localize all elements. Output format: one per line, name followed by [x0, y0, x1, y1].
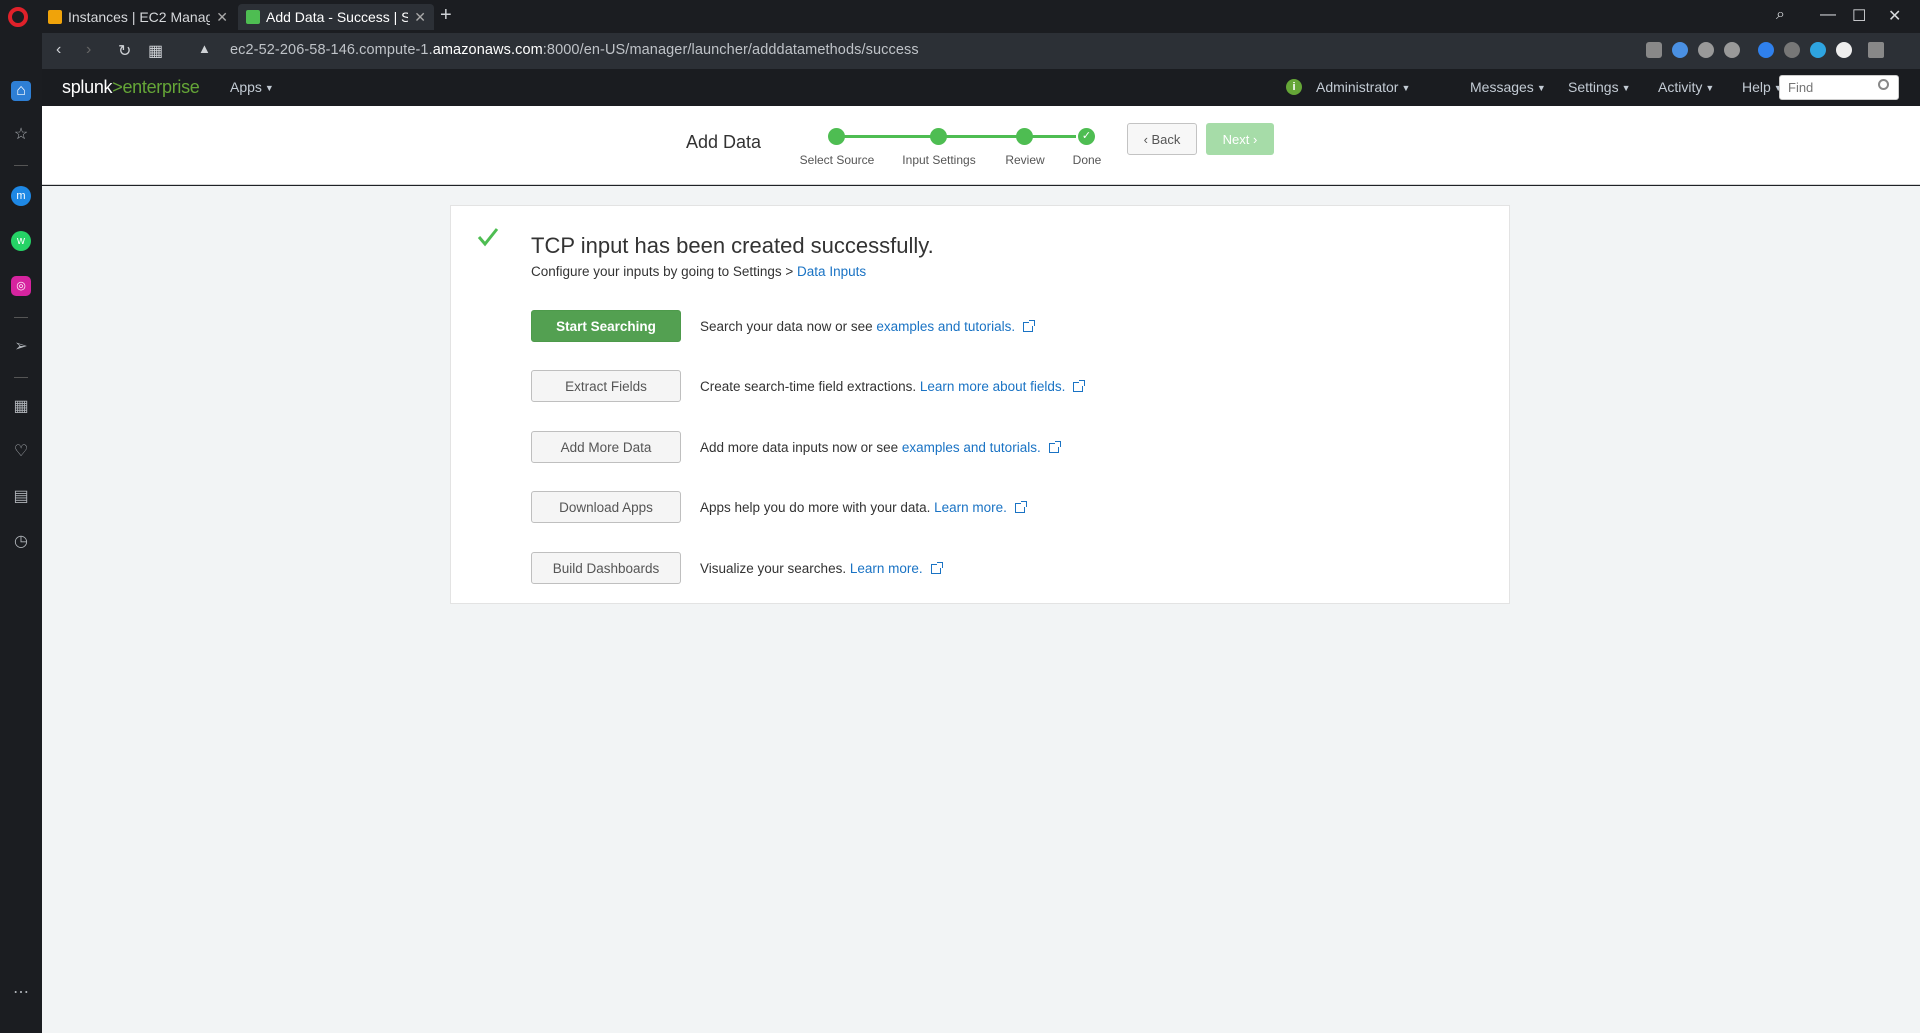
wizard-title: Add Data — [686, 132, 762, 152]
external-link-icon — [1073, 379, 1086, 392]
action-description: Create search-time field extractions. Le… — [700, 379, 1086, 394]
address-bar: ‹ › ↻ ▦ ▲ ec2-52-206-58-146.compute-1.am… — [42, 33, 1920, 69]
step-label: Select Source — [799, 153, 875, 167]
action-description: Apps help you do more with your data. Le… — [700, 500, 1027, 515]
external-link-icon — [1023, 319, 1036, 332]
reload-icon[interactable]: ↻ — [118, 41, 131, 61]
history-clock-icon[interactable]: ◷ — [11, 532, 31, 552]
camera-icon[interactable] — [1646, 42, 1662, 58]
home-icon[interactable]: ⌂ — [11, 81, 31, 101]
action-row-download-apps: Download Apps Apps help you do more with… — [531, 491, 1027, 523]
bookmark-star-icon[interactable]: ☆ — [11, 125, 31, 145]
browser-tabbar: Instances | EC2 Management Console ✕ Add… — [0, 0, 1920, 33]
new-tab-icon[interactable]: + — [440, 4, 452, 27]
tab-add-data-success[interactable]: Add Data - Success | Splunk ✕ — [238, 4, 434, 30]
action-row-start-searching: Start Searching Search your data now or … — [531, 310, 1036, 342]
forward-nav-icon[interactable]: › — [86, 41, 91, 59]
menu-icon[interactable] — [1868, 42, 1884, 58]
telegram-icon[interactable] — [1810, 42, 1826, 58]
download-icon[interactable] — [1784, 42, 1800, 58]
tab-title: Add Data - Success | Splunk — [266, 9, 409, 25]
success-subtitle: Configure your inputs by going to Settin… — [531, 264, 867, 279]
administrator-menu[interactable]: Administrator ▼ — [1316, 79, 1410, 95]
back-nav-icon[interactable]: ‹ — [56, 41, 61, 59]
action-description: Add more data inputs now or see examples… — [700, 440, 1061, 455]
search-icon[interactable] — [1878, 79, 1889, 90]
tab-ec2-instances[interactable]: Instances | EC2 Management Console ✕ — [40, 4, 236, 30]
action-row-extract-fields: Extract Fields Create search-time field … — [531, 370, 1086, 402]
help-menu[interactable]: Help▼ — [1742, 79, 1783, 95]
examples-tutorials-link[interactable]: examples and tutorials. — [902, 440, 1041, 455]
opera-logo-icon[interactable] — [8, 7, 28, 27]
success-check-icon — [477, 228, 499, 247]
splunk-logo[interactable]: splunk>enterprise — [62, 77, 200, 98]
step-review-dot — [1016, 128, 1033, 145]
steps-progress-line — [836, 135, 1076, 138]
success-title: TCP input has been created successfully. — [531, 233, 934, 258]
add-more-data-button[interactable]: Add More Data — [531, 431, 681, 463]
examples-tutorials-link[interactable]: examples and tutorials. — [876, 319, 1015, 334]
learn-more-fields-link[interactable]: Learn more about fields. — [920, 379, 1066, 394]
add-data-wizard: Add Data ✓ Select Source Input Settings … — [42, 106, 1920, 185]
speed-dial-icon[interactable]: ▦ — [148, 41, 163, 61]
close-tab-icon[interactable]: ✕ — [414, 9, 426, 26]
more-icon[interactable]: ⋯ — [11, 983, 31, 1003]
close-window-icon[interactable]: ✕ — [1888, 6, 1901, 26]
messenger-icon[interactable]: m — [11, 186, 31, 206]
minimize-icon[interactable]: — — [1820, 6, 1836, 24]
learn-more-link[interactable]: Learn more. — [850, 561, 923, 576]
maximize-icon[interactable]: ☐ — [1852, 6, 1866, 26]
activity-menu[interactable]: Activity ▼ — [1658, 79, 1714, 95]
back-button[interactable]: ‹ Back — [1127, 123, 1197, 155]
info-icon[interactable]: i — [1286, 79, 1302, 95]
learn-more-link[interactable]: Learn more. — [934, 500, 1007, 515]
start-searching-button[interactable]: Start Searching — [531, 310, 681, 342]
send-icon[interactable] — [1698, 42, 1714, 58]
apps-grid-icon[interactable]: ▦ — [11, 397, 31, 417]
opera-sidebar: ⌂ ☆ m w ◎ ➢ ▦ ♡ ▤ ◷ ⋯ — [0, 33, 42, 1033]
close-tab-icon[interactable]: ✕ — [216, 9, 228, 26]
action-row-build-dashboards: Build Dashboards Visualize your searches… — [531, 552, 943, 584]
extension-icon[interactable] — [1758, 42, 1774, 58]
step-select-source-dot — [828, 128, 845, 145]
next-button[interactable]: Next › — [1206, 123, 1274, 155]
external-link-icon — [930, 561, 943, 574]
action-description: Visualize your searches. Learn more. — [700, 561, 943, 576]
external-link-icon — [1048, 440, 1061, 453]
step-done-check-icon: ✓ — [1078, 128, 1095, 145]
not-secure-warning-icon[interactable]: ▲ — [198, 41, 211, 56]
heart-sidebar-icon[interactable]: ♡ — [11, 442, 31, 462]
build-dashboards-button[interactable]: Build Dashboards — [531, 552, 681, 584]
step-label: Review — [1005, 153, 1045, 167]
settings-menu[interactable]: Settings ▼ — [1568, 79, 1631, 95]
news-icon[interactable]: ▤ — [11, 487, 31, 507]
step-input-settings-dot — [930, 128, 947, 145]
data-inputs-link[interactable]: Data Inputs — [797, 264, 866, 279]
external-link-icon — [1014, 500, 1027, 513]
download-apps-button[interactable]: Download Apps — [531, 491, 681, 523]
adblock-icon[interactable] — [1836, 42, 1852, 58]
extract-fields-button[interactable]: Extract Fields — [531, 370, 681, 402]
instagram-icon[interactable]: ◎ — [11, 276, 31, 296]
action-row-add-more-data: Add More Data Add more data inputs now o… — [531, 431, 1061, 463]
url-text[interactable]: ec2-52-206-58-146.compute-1.amazonaws.co… — [230, 42, 919, 58]
splunk-header: splunk>enterprise Apps ▼ i Administrator ▼… — [42, 69, 1920, 106]
main-content: TCP input has been created successfully.… — [42, 186, 1920, 1033]
splunk-favicon-icon — [246, 10, 260, 24]
shield-icon[interactable] — [1672, 42, 1688, 58]
heart-icon[interactable] — [1724, 42, 1740, 58]
action-description: Search your data now or see examples and… — [700, 319, 1036, 334]
aws-favicon-icon — [48, 10, 62, 24]
messages-menu[interactable]: Messages ▼ — [1470, 79, 1546, 95]
tab-title: Instances | EC2 Management Console — [68, 9, 211, 25]
search-tabs-icon[interactable]: ⌕ — [1776, 6, 1785, 24]
success-card: TCP input has been created successfully.… — [450, 205, 1510, 604]
whatsapp-icon[interactable]: w — [11, 231, 31, 251]
send-sidebar-icon[interactable]: ➢ — [11, 337, 31, 357]
apps-menu[interactable]: Apps ▼ — [230, 79, 274, 95]
step-label: Done — [1072, 153, 1102, 167]
step-label: Input Settings — [902, 153, 976, 167]
